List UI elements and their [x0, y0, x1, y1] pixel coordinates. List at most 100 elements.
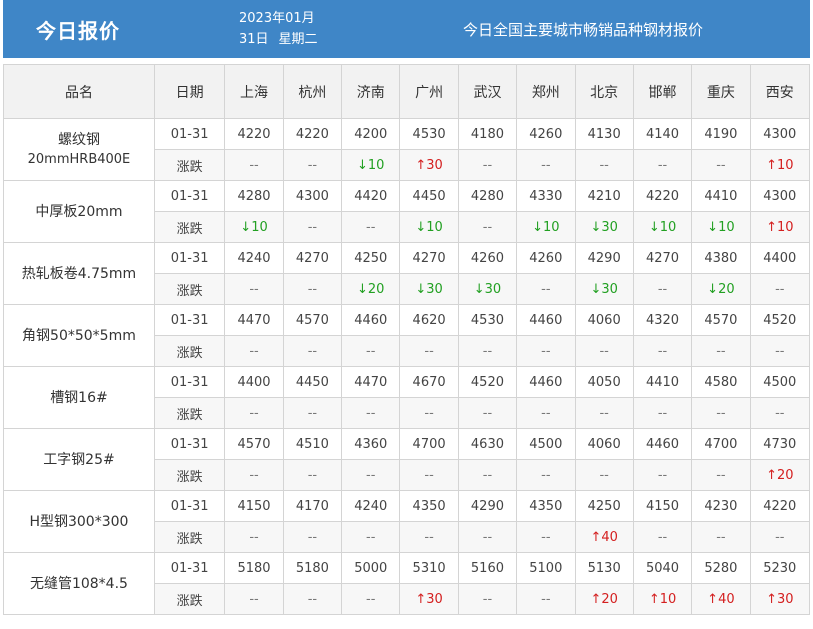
- price-cell: 4300: [282, 180, 343, 212]
- price-cell: 4140: [632, 118, 693, 150]
- change-cell: ↑20: [749, 459, 811, 491]
- col-city-header: 北京: [574, 64, 634, 119]
- change-cell: --: [516, 459, 576, 491]
- change-cell: ↑30: [749, 583, 811, 615]
- price-cell: 4280: [224, 180, 284, 212]
- price-cell: 4290: [457, 490, 518, 522]
- change-cell: --: [224, 335, 284, 367]
- price-cell: 4300: [749, 118, 811, 150]
- price-cell: 4060: [574, 428, 634, 460]
- price-row: 角钢50*50*5mm 01-31 4470 4570 4460 4620 4530 4460…: [3, 304, 811, 367]
- change-cell: --: [691, 459, 751, 491]
- price-cell: 4510: [282, 428, 343, 460]
- price-cell: 5160: [457, 552, 518, 584]
- change-cell: --: [282, 335, 343, 367]
- price-cell: 4520: [457, 366, 518, 398]
- price-cell: 4400: [749, 242, 811, 274]
- change-cell: --: [516, 273, 576, 305]
- price-cell: 4270: [282, 242, 343, 274]
- change-cell: --: [632, 273, 693, 305]
- price-cell: 4260: [516, 242, 576, 274]
- price-table: 品名 日期 上海 杭州 济南 广州 武汉 郑州 北京 邯郸 重庆 西安 螺纹钢 20mmHRB400…: [3, 64, 811, 615]
- change-cell: --: [282, 459, 343, 491]
- price-cell: 4670: [399, 366, 459, 398]
- product-spec-label: 20mmHRB400E: [27, 151, 131, 167]
- price-cell: 4130: [574, 118, 634, 150]
- change-cell: --: [399, 459, 459, 491]
- change-cell: --: [749, 521, 811, 553]
- date-month: 2023年01月: [239, 11, 315, 26]
- price-cell: 4150: [632, 490, 693, 522]
- price-cell: 4330: [516, 180, 576, 212]
- price-cell: 5000: [341, 552, 401, 584]
- price-row: 槽钢16# 01-31 4400 4450 4470 4670 4520 4460 4050 44…: [3, 366, 811, 429]
- change-cell: --: [282, 211, 343, 243]
- change-cell: --: [399, 335, 459, 367]
- product-name: 角钢50*50*5mm: [3, 304, 155, 367]
- change-cell: --: [341, 397, 401, 429]
- change-cell: ↑10: [632, 583, 693, 615]
- change-cell: --: [341, 459, 401, 491]
- price-cell: 4220: [282, 118, 343, 150]
- price-cell: 4730: [749, 428, 811, 460]
- date-block: 2023年01月 31日 星期二: [153, 0, 389, 58]
- price-cell: 4280: [457, 180, 518, 212]
- change-cell: ↑20: [574, 583, 634, 615]
- price-cell: 4520: [749, 304, 811, 336]
- change-cell: --: [224, 397, 284, 429]
- change-cell: --: [516, 397, 576, 429]
- change-cell: ↓10: [516, 211, 576, 243]
- product-name: 工字钢25#: [3, 428, 155, 491]
- change-label: 涨跌: [153, 273, 226, 305]
- product-name-label: 中厚板20mm: [35, 203, 123, 220]
- change-cell: --: [574, 149, 634, 181]
- price-cell: 4530: [399, 118, 459, 150]
- date-day-line: 31日 星期二: [239, 29, 389, 50]
- change-cell: --: [516, 149, 576, 181]
- price-cell: 4410: [632, 366, 693, 398]
- price-cell: 4240: [224, 242, 284, 274]
- price-cell: 4500: [516, 428, 576, 460]
- change-cell: ↑10: [749, 149, 811, 181]
- change-cell: --: [282, 397, 343, 429]
- price-cell: 5180: [224, 552, 284, 584]
- price-cell: 4460: [632, 428, 693, 460]
- product-name: 螺纹钢 20mmHRB400E: [3, 118, 155, 181]
- change-cell: --: [749, 273, 811, 305]
- price-date: 01-31: [153, 180, 226, 212]
- change-cell: --: [632, 459, 693, 491]
- product-name-label: 无缝管108*4.5: [29, 575, 128, 592]
- price-cell: 4150: [224, 490, 284, 522]
- price-cell: 5040: [632, 552, 693, 584]
- change-cell: --: [632, 521, 693, 553]
- price-cell: 4570: [224, 428, 284, 460]
- change-cell: --: [516, 583, 576, 615]
- price-cell: 4450: [399, 180, 459, 212]
- page-title: 今日报价: [36, 18, 120, 43]
- product-name-label: 工字钢25#: [43, 451, 115, 468]
- change-cell: ↑30: [399, 149, 459, 181]
- price-row: 热轧板卷4.75mm 01-31 4240 4270 4250 4270 4260 4260 4…: [3, 242, 811, 305]
- price-date: 01-31: [153, 118, 226, 150]
- change-cell: ↓10: [632, 211, 693, 243]
- change-cell: --: [691, 149, 751, 181]
- price-cell: 4700: [691, 428, 751, 460]
- col-city-header: 西安: [749, 64, 811, 119]
- price-cell: 4620: [399, 304, 459, 336]
- change-cell: --: [341, 335, 401, 367]
- change-cell: --: [749, 335, 811, 367]
- change-cell: ↓10: [341, 149, 401, 181]
- price-cell: 4450: [282, 366, 343, 398]
- change-cell: --: [341, 521, 401, 553]
- change-cell: --: [282, 273, 343, 305]
- price-cell: 4460: [516, 366, 576, 398]
- price-date: 01-31: [153, 428, 226, 460]
- price-cell: 4410: [691, 180, 751, 212]
- price-cell: 4190: [691, 118, 751, 150]
- change-label: 涨跌: [153, 211, 226, 243]
- change-cell: --: [691, 521, 751, 553]
- product-name-label: 螺纹钢: [57, 131, 100, 148]
- price-cell: 4570: [691, 304, 751, 336]
- price-cell: 5100: [516, 552, 576, 584]
- change-label: 涨跌: [153, 583, 226, 615]
